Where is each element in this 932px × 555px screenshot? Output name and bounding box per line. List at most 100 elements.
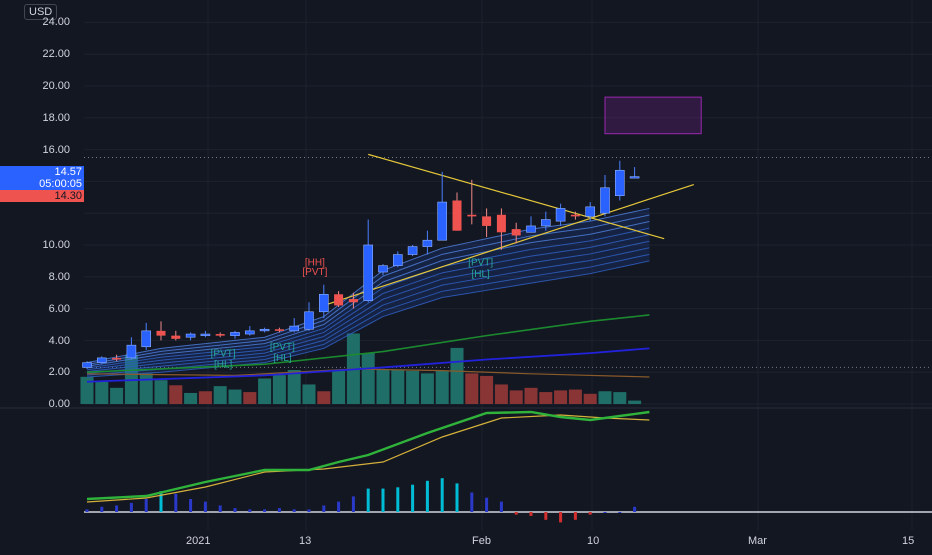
bar-countdown-tag: 05:00:05 xyxy=(0,178,84,190)
candle-body xyxy=(215,334,225,336)
oscillator-histogram-bar xyxy=(559,512,563,523)
candle-body xyxy=(482,216,492,226)
volume-bar xyxy=(420,373,434,404)
volume-bar xyxy=(376,369,390,404)
candle-body xyxy=(126,344,137,359)
oscillator-histogram-bar xyxy=(85,509,89,512)
oscillator-histogram-bar xyxy=(189,499,193,512)
oscillator-histogram-bar xyxy=(455,483,459,512)
oscillator-histogram-bar xyxy=(588,512,592,515)
oscillator-histogram-bar xyxy=(129,502,133,512)
hl-label: [HL] xyxy=(214,359,233,370)
volume-bar xyxy=(198,391,212,404)
oscillator-histogram-bar xyxy=(277,508,281,512)
y-tick-label: 0.00 xyxy=(48,398,70,410)
candle-body xyxy=(82,362,92,368)
oscillator-histogram-bar xyxy=(233,508,237,512)
candle-body xyxy=(555,208,566,222)
volume-bar xyxy=(583,393,597,404)
candle-body xyxy=(156,330,166,336)
volume-bar xyxy=(598,391,612,404)
volume-bar xyxy=(480,375,494,404)
volume-bar xyxy=(465,373,479,404)
volume-bar xyxy=(332,370,346,404)
candle-body xyxy=(348,299,358,303)
hl-label: [HL] xyxy=(472,269,491,280)
candle-body xyxy=(570,214,580,217)
oscillator-histogram-bar xyxy=(144,499,148,512)
candle-body xyxy=(526,225,536,233)
hl-label: [HL] xyxy=(273,353,292,364)
candle-body xyxy=(540,219,551,227)
volume-bar xyxy=(184,392,198,404)
volume-bar xyxy=(154,380,168,404)
y-tick-label: 10.00 xyxy=(42,239,70,251)
volume-bar xyxy=(509,390,523,404)
oscillator-histogram-bar xyxy=(115,505,119,512)
candle-body xyxy=(600,187,610,214)
volume-bar xyxy=(317,391,331,404)
oscillator-histogram-bar xyxy=(411,484,415,512)
x-tick-label: 10 xyxy=(587,535,600,547)
oscillator-histogram-bar xyxy=(100,506,104,512)
oscillator-histogram-bar xyxy=(248,509,252,512)
oscillator-fast-line xyxy=(86,410,650,501)
volume-bar xyxy=(435,370,449,404)
x-tick-label: 2021 xyxy=(186,535,211,547)
candle-body xyxy=(185,333,196,338)
candle-body xyxy=(407,246,418,255)
candle-body xyxy=(614,169,625,197)
oscillator-histogram-bar xyxy=(159,491,163,512)
volume-bar xyxy=(450,347,464,404)
y-tick-label: 8.00 xyxy=(48,271,70,283)
target-box xyxy=(604,96,702,135)
oscillator-histogram-bar xyxy=(381,488,385,512)
chart-area[interactable]: [HH] [PVT] [PVT] [HL] [PVT] [HL] [PVT] [HL] xyxy=(0,0,932,550)
volume-bar xyxy=(258,378,272,404)
volume-bar xyxy=(139,373,153,404)
volume-bar xyxy=(391,370,405,404)
last-price-tag: 14.57 xyxy=(0,166,84,178)
volume-bar xyxy=(243,392,257,404)
y-tick-label: 22.00 xyxy=(42,48,70,60)
pvt-high-label: [PVT] xyxy=(302,267,327,278)
prev-price-tag: 14.30 xyxy=(0,190,84,202)
oscillator-histogram-bar xyxy=(499,501,503,512)
pvt-low-label: [PVT] xyxy=(270,342,295,353)
candle-body xyxy=(467,214,477,217)
oscillator-histogram-bar xyxy=(174,493,178,512)
pvt-low-label: [PVT] xyxy=(468,258,493,269)
oscillator-histogram-bar xyxy=(440,478,444,512)
candle-body xyxy=(511,229,521,236)
oscillator-histogram-bar xyxy=(396,487,400,512)
oscillator-histogram-bar xyxy=(618,512,622,513)
oscillator-histogram-bar xyxy=(337,501,341,512)
chart-canvas[interactable]: [HH][PVT][PVT][HL][PVT][HL][PVT][HL] xyxy=(0,0,932,550)
volume-bar xyxy=(110,387,124,404)
candle-body xyxy=(363,244,374,301)
volume-bar xyxy=(228,389,242,404)
candle-body xyxy=(378,265,388,273)
x-tick-label: 13 xyxy=(299,535,312,547)
oscillator-histogram-bar xyxy=(633,506,637,512)
y-tick-label: 4.00 xyxy=(48,335,70,347)
volume-bar xyxy=(302,384,316,404)
candle-body xyxy=(318,293,329,313)
candle-body xyxy=(334,294,344,306)
candle-body xyxy=(97,357,107,363)
oscillator-histogram-bar xyxy=(529,512,533,516)
candle-body xyxy=(141,330,151,348)
candle-body xyxy=(230,332,240,336)
candle-body xyxy=(452,200,462,231)
oscillator-histogram-bar xyxy=(470,492,474,512)
volume-bar xyxy=(406,370,420,404)
volume-bar xyxy=(169,385,183,404)
candle-body xyxy=(629,176,640,179)
volume-bar xyxy=(272,375,286,404)
volume-bar xyxy=(524,387,538,404)
x-tick-label: Feb xyxy=(472,535,491,547)
candle-body xyxy=(274,329,284,331)
candle-body xyxy=(496,214,506,233)
volume-bar xyxy=(95,381,109,404)
oscillator-histogram-bar xyxy=(425,480,429,512)
